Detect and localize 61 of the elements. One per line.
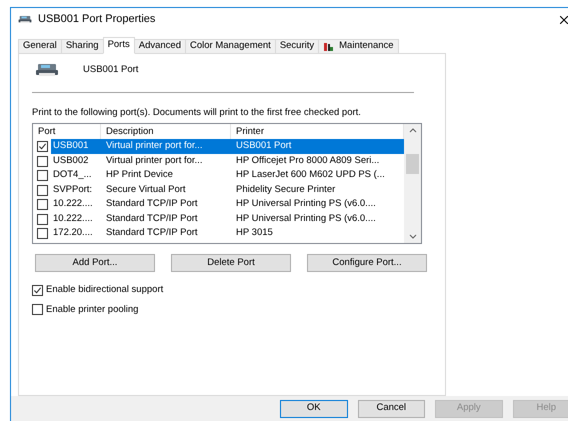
table-cell-text: 10.222.... — [52, 197, 94, 212]
table-cell-text: Secure Virtual Port — [105, 182, 187, 197]
tab[interactable]: Color Management — [185, 39, 276, 54]
table-cell-text: Standard TCP/IP Port — [105, 226, 199, 240]
table-cell-text: Standard TCP/IP Port — [105, 212, 199, 226]
checkbox[interactable] — [37, 184, 48, 196]
port-row[interactable]: 172.20.... Standard TCP/IP Port HP 3015 — [33, 226, 404, 241]
close-icon[interactable] — [560, 16, 568, 24]
checkbox[interactable] — [37, 214, 48, 224]
port-row[interactable]: DOT4_... HP Print Device HP LaserJet 600 M602 UPD PS (... — [33, 168, 404, 183]
checkbox[interactable] — [37, 141, 48, 152]
tab[interactable]: Sharing — [60, 39, 104, 54]
port-row[interactable]: 10.222.... Standard TCP/IP Port HP Universal Printing PS (v6.0.... — [33, 197, 404, 212]
checkbox-label: Enable printer pooling — [46, 302, 138, 316]
table-cell-text: Phidelity Secure Printer — [235, 182, 336, 197]
scroll-down-icon[interactable] — [408, 234, 416, 240]
window-title: USB001 Port Properties — [38, 12, 156, 28]
ports-list[interactable] — [32, 123, 422, 244]
table-cell-text: DOT4_... — [52, 168, 93, 182]
table-cell-text: HP Print Device — [105, 168, 174, 182]
tab[interactable]: Maintenance — [318, 39, 399, 54]
port-row[interactable]: 10.222.... Standard TCP/IP Port HP Universal Printing PS (v6.0.... — [33, 212, 404, 226]
table-cell: USB001 Port — [231, 139, 404, 154]
table-cell-text: Standard TCP/IP Port — [105, 197, 199, 212]
tab[interactable]: Ports — [102, 37, 135, 54]
port-button[interactable]: Add Port... — [35, 254, 155, 272]
port-row[interactable]: SVPPort: Secure Virtual Port Phidelity Secure Printer — [33, 182, 404, 198]
port-button[interactable]: Configure Port... — [307, 254, 427, 272]
dialog-button[interactable]: Cancel — [358, 400, 425, 418]
tools-icon — [323, 42, 334, 52]
table-cell-text: HP Universal Printing PS (v6.0.... — [235, 212, 377, 226]
table-cell-text: 172.20.... — [52, 226, 94, 240]
printer-name: USB001 Port — [83, 63, 138, 77]
checkbox[interactable] — [37, 199, 48, 210]
table-cell-text: 10.222.... — [52, 212, 94, 226]
table-cell-text: USB002 — [52, 154, 90, 168]
table-cell-text: HP LaserJet 600 M602 UPD PS (... — [235, 168, 386, 182]
checkbox[interactable] — [32, 284, 43, 296]
checkbox[interactable] — [37, 228, 48, 239]
table-cell: USB001 — [51, 139, 101, 154]
table-cell-text: SVPPort: — [52, 182, 94, 197]
checkbox[interactable] — [32, 304, 43, 316]
scroll-up-icon[interactable] — [408, 128, 416, 134]
table-cell: Virtual printer port for... — [101, 139, 231, 154]
printer-icon — [35, 63, 59, 78]
tab[interactable]: General — [18, 39, 62, 54]
checkbox[interactable] — [37, 170, 48, 181]
table-cell-text: Virtual printer port for... — [105, 154, 204, 168]
port-row[interactable]: USB001 Virtual printer port for... USB001 Port — [33, 139, 404, 154]
port-button[interactable]: Delete Port — [171, 254, 291, 272]
table-cell-text: HP Universal Printing PS (v6.0.... — [235, 197, 377, 212]
checkbox[interactable] — [37, 156, 48, 166]
table-cell-text: HP Officejet Pro 8000 A809 Seri... — [235, 154, 380, 168]
scroll-thumb[interactable] — [406, 154, 419, 174]
instructions-text: Print to the following port(s). Documents will print to the first free checked port. — [32, 108, 362, 118]
scrollbar[interactable] — [404, 124, 421, 244]
table-cell-text: HP 3015 — [235, 226, 274, 240]
checkbox-label: Enable bidirectional support — [46, 283, 164, 298]
printer-icon — [18, 15, 32, 24]
dialog-button[interactable]: OK — [280, 400, 348, 418]
port-row[interactable]: USB002 Virtual printer port for... HP Officejet Pro 8000 A809 Seri... — [33, 154, 404, 168]
